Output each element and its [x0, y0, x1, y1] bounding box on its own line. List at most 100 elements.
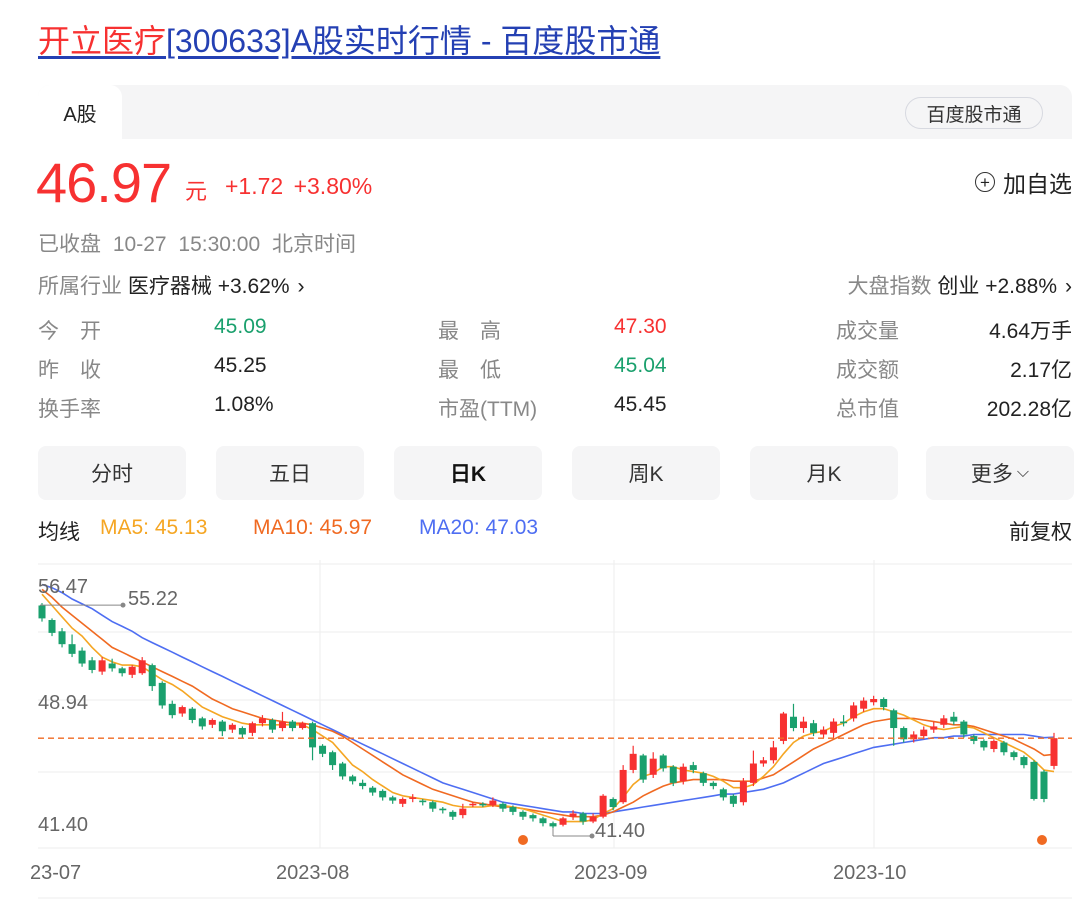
ma-lines — [41, 583, 1055, 823]
candle-body — [990, 740, 998, 749]
candle-body — [1000, 742, 1008, 753]
candle-body — [489, 800, 497, 806]
candle-body — [840, 721, 848, 724]
stat-label: 成交额 — [836, 359, 899, 382]
ma5-legend: MA5: 45.13 — [100, 516, 208, 539]
candle-body — [719, 789, 727, 798]
stat-label: 总市值 — [836, 398, 899, 421]
title-rest[interactable]: [300633]A股实时行情 - 百度股市通 — [166, 23, 660, 59]
candle-body — [539, 818, 547, 824]
candle-body — [299, 723, 307, 729]
stat-label: 最 低 — [438, 359, 501, 382]
kline-chart[interactable] — [0, 560, 1080, 906]
chevron-right-icon: › — [1065, 275, 1072, 298]
candle-body — [1020, 757, 1028, 766]
index-link[interactable]: 大盘指数 创业 +2.88% › — [848, 270, 1073, 300]
period-tab[interactable]: 更多 ⌵ — [926, 446, 1074, 500]
candle-body — [579, 813, 587, 822]
high-annotation: 55.22 — [128, 588, 179, 610]
stat-value: 45.45 — [614, 393, 667, 416]
candle-body — [459, 808, 467, 816]
candle-body — [188, 708, 196, 720]
candle-body — [669, 766, 677, 783]
candle-body — [1030, 761, 1038, 799]
candle-body — [288, 721, 297, 729]
candle-body — [168, 703, 176, 716]
period-tab[interactable]: 周K — [572, 446, 720, 500]
x-tick-jul: 23-07 — [30, 862, 82, 884]
candle-body — [639, 755, 647, 780]
event-dot — [1037, 835, 1047, 845]
candle-body — [950, 716, 958, 722]
candle-body — [729, 795, 737, 804]
candle-body — [68, 644, 76, 654]
low-marker — [589, 833, 595, 839]
candle-body — [769, 747, 777, 761]
ma20-line — [41, 583, 1055, 815]
candle-body — [799, 721, 808, 729]
stat-value: 47.30 — [614, 315, 667, 338]
candle-body — [248, 723, 256, 733]
candle-body — [940, 718, 948, 725]
candle-body — [599, 795, 607, 817]
stat-value: 202.28亿 — [986, 398, 1072, 421]
candle-body — [178, 707, 186, 714]
price-change: +1.72 +3.80% — [225, 173, 373, 199]
page-title[interactable]: 开立医疗[300633]A股实时行情 - 百度股市通 — [38, 16, 660, 62]
candle-body — [339, 763, 347, 777]
candle-body — [830, 721, 838, 733]
candle-body — [850, 705, 858, 719]
chart-overlay — [38, 602, 1072, 899]
industry-link[interactable]: 所属行业 医疗器械 +3.62% › — [38, 270, 305, 300]
candle-body — [920, 729, 928, 737]
candle-body — [519, 811, 527, 817]
industry-label: 所属行业 — [38, 275, 122, 298]
add-watchlist-button[interactable]: + 加自选 — [975, 165, 1072, 199]
period-tab[interactable]: 分时 — [38, 446, 186, 500]
chart-grid — [38, 560, 1072, 849]
candle-body — [218, 721, 226, 732]
candle-body — [980, 740, 988, 748]
candle-body — [258, 718, 266, 724]
period-tab-label: 更多 — [970, 463, 1013, 486]
tab-a-share[interactable]: A股 — [38, 85, 122, 139]
candle-body — [449, 811, 457, 817]
candle-body — [379, 790, 387, 798]
candle-body — [429, 802, 437, 809]
candle-body — [739, 781, 747, 803]
candle-body — [208, 719, 216, 725]
period-tab[interactable]: 五日 — [216, 446, 364, 500]
ma20-legend: MA20: 47.03 — [419, 516, 539, 539]
candle-body — [148, 665, 156, 687]
candle-body — [198, 718, 206, 727]
source-badge[interactable]: 百度股市通 — [905, 97, 1043, 129]
period-tab-label: 分时 — [91, 463, 133, 486]
y-tick-low: 41.40 — [38, 814, 89, 836]
period-tab-label: 日K — [449, 463, 487, 486]
candle-body — [419, 800, 427, 803]
candle-body — [439, 808, 447, 811]
candle-body — [128, 666, 136, 675]
period-tab[interactable]: 月K — [750, 446, 898, 500]
low-annotation: 41.40 — [595, 820, 646, 842]
x-tick-sep: 2023-09 — [574, 862, 648, 884]
index-name: 创业 — [937, 275, 980, 298]
candle-body — [810, 723, 818, 733]
candle-body — [118, 668, 126, 674]
candle-body — [158, 682, 166, 706]
candle-body — [469, 803, 477, 806]
adjust-toggle[interactable]: 前复权 — [1009, 516, 1072, 546]
candle-body — [499, 803, 507, 809]
candle-body — [759, 760, 767, 764]
title-stock-name[interactable]: 开立医疗 — [38, 23, 166, 59]
status-timezone: 北京时间 — [271, 233, 356, 256]
candle-body — [629, 753, 637, 770]
period-tab[interactable]: 日K — [394, 446, 542, 500]
candle-body — [749, 763, 757, 783]
candle-body — [709, 782, 717, 787]
price-unit: 元 — [185, 179, 208, 204]
stat-label: 市盈(TTM) — [438, 398, 538, 421]
candle-body — [1040, 771, 1048, 799]
candle-body — [48, 619, 56, 633]
candle-body — [58, 631, 66, 645]
